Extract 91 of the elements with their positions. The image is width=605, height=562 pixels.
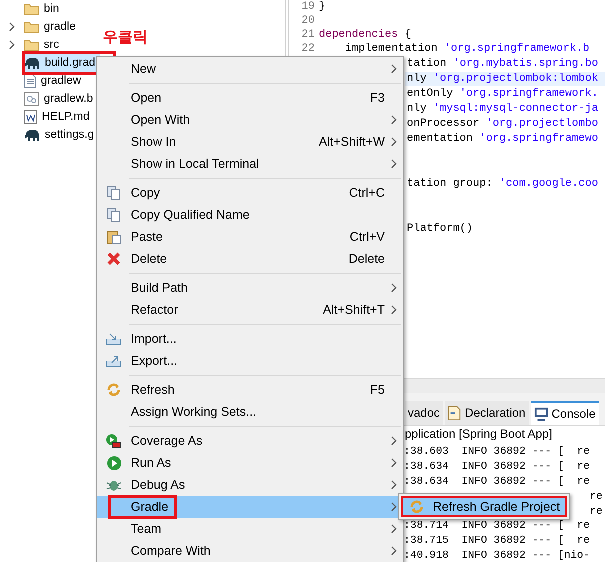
menu-item[interactable]: Run As [97, 452, 403, 474]
code-line: ementation 'org.springframewo [406, 132, 600, 146]
code-line: tation 'org.mybatis.spring.bo [406, 56, 600, 70]
elephant-icon [24, 56, 41, 70]
file-icon [24, 74, 37, 88]
annotation-text: 우클릭 [103, 28, 148, 47]
code-line: implementation 'org.springframework.b [344, 42, 590, 56]
menu-item[interactable]: Show In Alt+Shift+W [97, 131, 403, 153]
menu-item[interactable]: Refactor Alt+Shift+T [97, 299, 403, 321]
menu-item[interactable]: Compare With [97, 540, 403, 562]
menu-item[interactable]: Copy Qualified Name [97, 204, 403, 226]
tree-item[interactable]: settings.g [24, 126, 98, 144]
gears-icon [24, 92, 40, 106]
import-icon [106, 332, 122, 346]
folder-icon [24, 2, 40, 16]
export-icon [106, 354, 122, 368]
refresh-icon [409, 500, 425, 514]
menu-item[interactable]: Refresh F5 [97, 379, 403, 401]
line-number: 20 [300, 15, 315, 27]
coverage-icon [106, 434, 122, 448]
view-tab[interactable]: Declaration [445, 401, 529, 425]
monitor-icon [534, 407, 549, 421]
menu-item[interactable]: New [97, 58, 403, 80]
submenu-chevron [391, 502, 397, 512]
submenu-chevron [391, 524, 397, 534]
line-number: 22 [300, 43, 315, 55]
copy-icon [106, 186, 122, 200]
menu-item[interactable]: Open With [97, 109, 403, 131]
menu-item[interactable]: Export... [97, 350, 403, 372]
delete-icon [107, 252, 121, 266]
menu-item[interactable]: Show in Local Terminal [97, 153, 403, 175]
code-line: entOnly 'org.springframework. [406, 86, 600, 100]
view-tab[interactable]: Console [530, 401, 599, 425]
view-tab[interactable]: vadoc [405, 401, 444, 425]
menu-item[interactable]: Coverage As [97, 430, 403, 452]
log-line: :38.603 INFO 36892 --- [ re [404, 445, 590, 460]
declaration-icon [448, 406, 462, 420]
tree-item[interactable]: gradlew.b [24, 90, 98, 108]
menu-item[interactable]: Delete Delete [97, 248, 403, 270]
expand-chevron[interactable] [9, 40, 15, 50]
highlight-frame [108, 495, 177, 519]
expand-chevron[interactable] [9, 22, 15, 32]
elephant-icon [24, 128, 41, 142]
refresh-icon [106, 383, 122, 397]
menu-item[interactable]: Debug As [97, 474, 403, 496]
clipboard-icon [106, 230, 122, 244]
console-title: pplication [Spring Boot App] [405, 426, 554, 443]
log-line: :38.634 INFO 36892 --- [ re [404, 474, 590, 490]
submenu-chevron [391, 64, 397, 74]
tree-item[interactable]: HELP.md [24, 108, 94, 126]
submenu-chevron [391, 115, 397, 125]
log-line: re [590, 490, 603, 505]
code-line: Platform() [406, 222, 474, 236]
submenu-chevron [391, 458, 397, 468]
code-line: nly 'mysql:mysql-connector-ja [406, 102, 600, 116]
menu-item[interactable]: Copy Ctrl+C [97, 182, 403, 204]
run-icon [106, 456, 122, 470]
folder-icon [24, 20, 40, 34]
code-line: onProcessor 'org.projectlombo [406, 116, 600, 130]
log-line: :38.714 INFO 36892 --- [ re [404, 519, 590, 534]
menu-item[interactable]: Team [97, 518, 403, 540]
submenu-chevron [391, 159, 397, 169]
log-line: re [590, 504, 603, 520]
code-line: tation group: 'com.google.coo [406, 176, 600, 190]
submenu-chevron [391, 546, 397, 556]
copy-icon [106, 208, 122, 222]
log-line: :40.918 INFO 36892 --- [nio- [404, 549, 590, 562]
menu-item[interactable]: Refresh Gradle Project [401, 496, 567, 517]
menu-item[interactable]: Assign Working Sets... [97, 401, 403, 423]
folder-icon [24, 38, 40, 52]
document-icon [24, 110, 38, 124]
submenu-chevron [391, 436, 397, 446]
code-line: } [319, 0, 326, 14]
log-line: :38.634 INFO 36892 --- [ re [404, 460, 590, 475]
log-line: :38.715 INFO 36892 --- [ re [404, 534, 590, 550]
tree-item[interactable]: bin [24, 0, 64, 18]
menu-item[interactable]: Import... [97, 328, 403, 350]
line-number: 19 [300, 1, 315, 13]
menu-item[interactable]: Paste Ctrl+V [97, 226, 403, 248]
submenu-chevron [391, 305, 397, 315]
tree-item[interactable]: gradle [24, 18, 80, 36]
menu-item[interactable]: Build Path [97, 277, 403, 299]
tree-item[interactable]: src [24, 36, 64, 54]
submenu-chevron [391, 137, 397, 147]
tree-item[interactable]: gradlew [24, 72, 86, 90]
menu-item[interactable]: Open F3 [97, 87, 403, 109]
code-line: dependencies { [319, 28, 412, 42]
submenu-chevron [391, 480, 397, 490]
line-number: 21 [300, 29, 315, 41]
tree-item[interactable]: build.grad [24, 54, 100, 72]
submenu-chevron [391, 283, 397, 293]
